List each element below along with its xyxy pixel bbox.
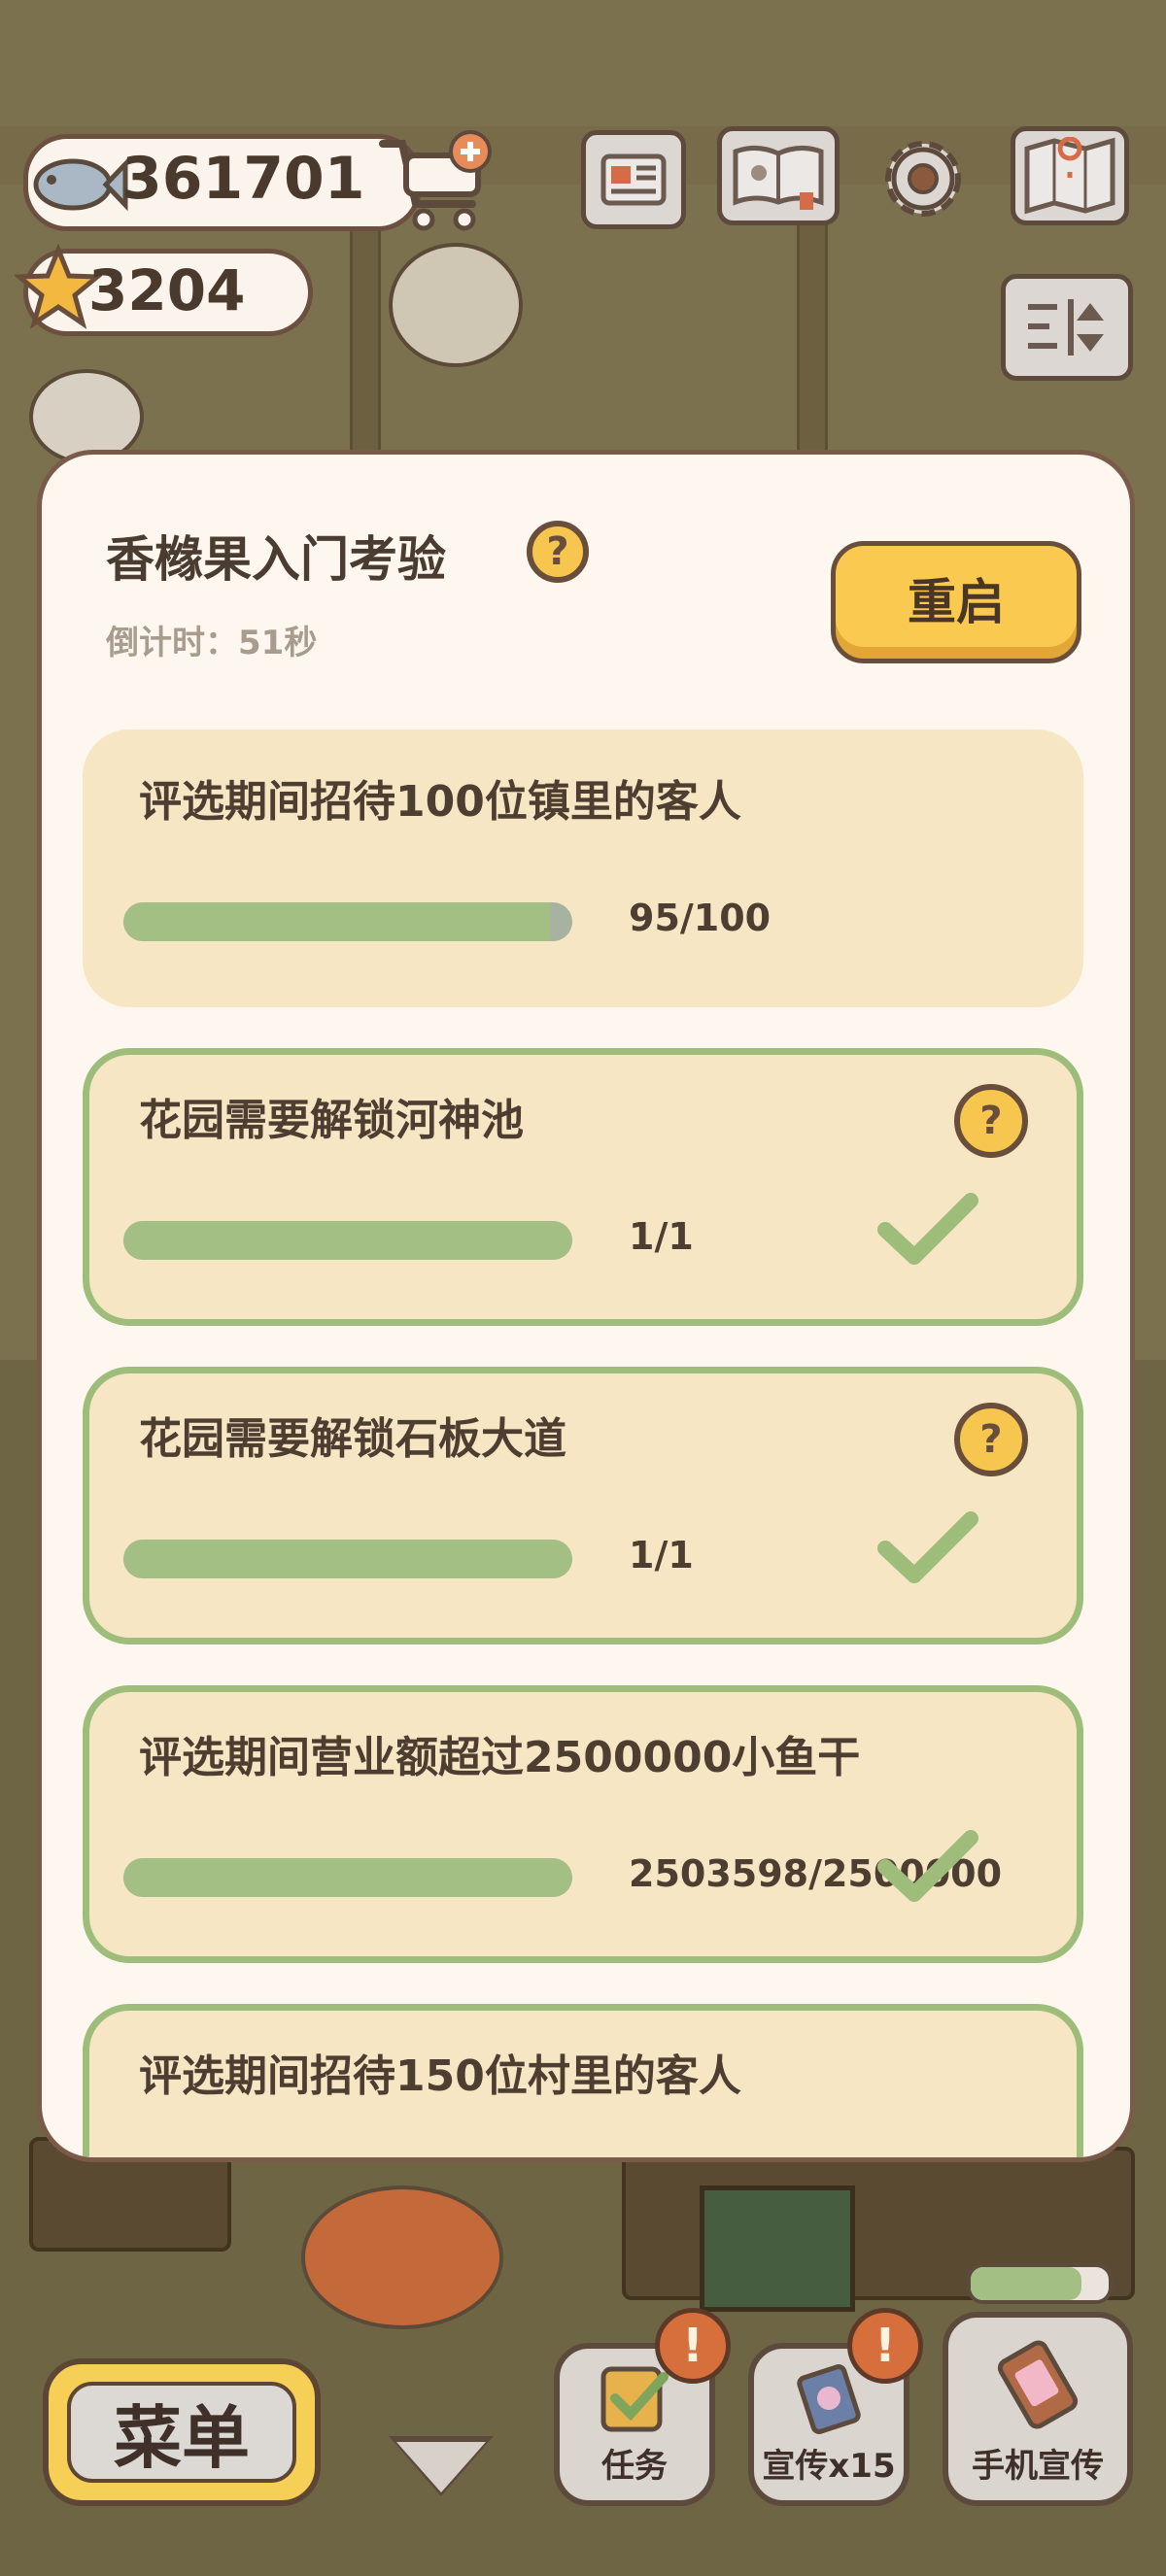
recipe-book-icon xyxy=(733,146,824,210)
task-card: 花园需要解锁河神池 ? 1/1 xyxy=(83,1048,1083,1326)
task-button-label: 任务 xyxy=(601,2447,668,2486)
menu-label: 菜单 xyxy=(114,2397,250,2478)
star-currency-pill: 3204 xyxy=(13,243,313,336)
fish-currency-pill: 361701 xyxy=(23,134,422,231)
task-label: 评选期间招待100位镇里的客人 xyxy=(139,777,741,827)
phone-promo-button[interactable]: 手机宣传 xyxy=(943,2312,1133,2506)
task-label: 花园需要解锁河神池 xyxy=(139,1096,524,1145)
exam-modal: 香橼果入门考验 ? 倒计时：51秒 重启 评选期间招待100位镇里的客人 95/… xyxy=(37,450,1135,2162)
crate xyxy=(700,2186,855,2312)
task-label: 花园需要解锁石板大道 xyxy=(139,1414,566,1464)
capacity-bar xyxy=(967,2263,1113,2304)
task-progress-text: 95/100 xyxy=(629,897,772,939)
checkmark-icon xyxy=(877,1193,978,1265)
task-progress-bar xyxy=(123,902,572,941)
sort-button[interactable] xyxy=(1001,274,1133,381)
task-progress-bar xyxy=(123,1540,572,1578)
checkmark-icon xyxy=(877,1511,978,1583)
exclamation-icon: ! xyxy=(874,2319,896,2373)
task-label: 评选期间招待150位村里的客人 xyxy=(139,2051,741,2101)
progress-fill xyxy=(123,1858,572,1897)
progress-fill xyxy=(123,1540,572,1578)
progress-fill xyxy=(123,902,550,941)
promo-alert-badge: ! xyxy=(847,2308,923,2384)
question-mark-icon: ? xyxy=(979,1417,1003,1462)
task-label: 评选期间营业额超过2500000小鱼干 xyxy=(139,1733,861,1782)
collapse-arrow-icon[interactable] xyxy=(396,2442,486,2492)
newspaper-icon xyxy=(600,153,667,206)
flyer-icon xyxy=(797,2364,861,2434)
newspaper-button[interactable] xyxy=(581,130,686,229)
fish-count: 361701 xyxy=(121,145,365,213)
task-help-button[interactable]: ? xyxy=(954,1084,1028,1158)
sort-icon xyxy=(1028,299,1104,356)
phone-promo-label: 手机宣传 xyxy=(972,2447,1104,2486)
phone-icon xyxy=(997,2340,1079,2429)
task-progress-text: 1/1 xyxy=(629,1534,694,1576)
task-card: 评选期间招待150位村里的客人 xyxy=(83,2004,1083,2157)
gear-icon xyxy=(885,141,961,217)
recipe-book-button[interactable] xyxy=(717,126,840,225)
task-progress-text: 1/1 xyxy=(629,1215,694,1258)
checkmark-icon xyxy=(877,1830,978,1902)
exclamation-icon: ! xyxy=(682,2319,703,2373)
shop-cart-button[interactable] xyxy=(377,126,494,233)
task-progress-bar xyxy=(123,1858,572,1897)
settings-button[interactable] xyxy=(873,130,974,227)
menu-button[interactable]: 菜单 xyxy=(43,2358,321,2506)
fish-icon xyxy=(22,141,129,232)
task-help-button[interactable]: ? xyxy=(954,1403,1028,1476)
task-card: 评选期间招待100位镇里的客人 95/100 xyxy=(83,729,1083,1007)
task-card: 评选期间营业额超过2500000小鱼干 2503598/2500000 xyxy=(83,1685,1083,1963)
cat-npc xyxy=(301,2186,503,2329)
shop-cart-icon xyxy=(379,130,492,231)
map-icon xyxy=(1024,137,1115,215)
clipboard-check-icon xyxy=(600,2366,669,2432)
question-mark-icon: ? xyxy=(979,1099,1003,1143)
task-card: 花园需要解锁石板大道 ? 1/1 xyxy=(83,1367,1083,1644)
star-count: 3204 xyxy=(88,257,246,323)
promo-button-label: 宣传x15 xyxy=(762,2447,896,2486)
task-list: 评选期间招待100位镇里的客人 95/100 花园需要解锁河神池 ? 1/1 花… xyxy=(42,455,1130,2157)
progress-fill xyxy=(123,1221,572,1260)
cat-npc xyxy=(389,243,523,367)
map-button[interactable] xyxy=(1011,126,1129,225)
task-alert-badge: ! xyxy=(655,2308,731,2384)
task-progress-bar xyxy=(123,1221,572,1260)
